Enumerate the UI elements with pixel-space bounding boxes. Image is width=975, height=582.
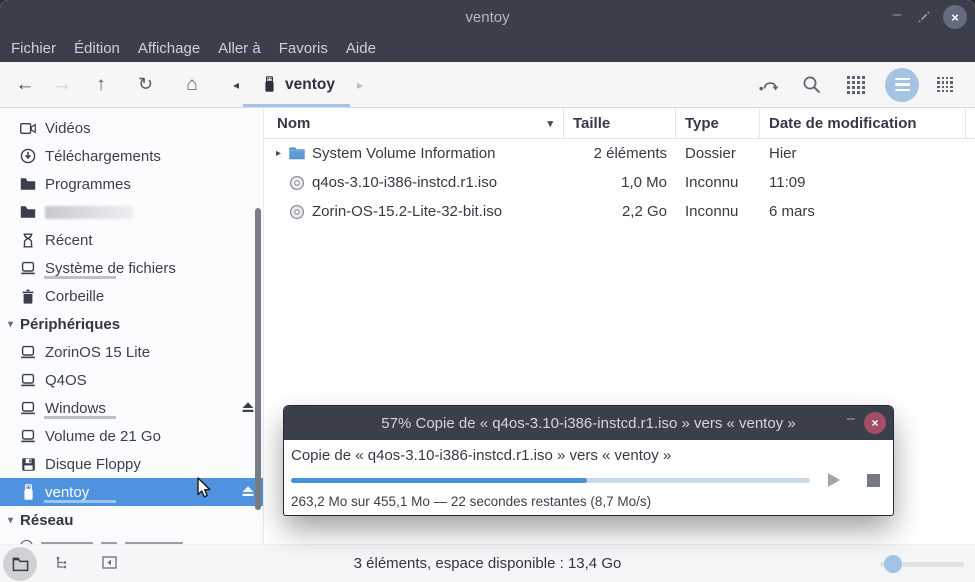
sidebar-item-volume-de-21-go[interactable]: Volume de 21 Go [0,422,263,450]
refresh-icon[interactable]: ↻ [122,74,169,95]
resume-icon[interactable] [828,473,840,487]
search-icon[interactable] [789,75,833,94]
sidebar-item-redacted[interactable] [0,198,263,226]
stop-icon[interactable] [867,474,880,487]
folder-blue-icon [289,146,305,162]
copy-progress-dialog: 57% Copie de « q4os-3.10-i386-instcd.r1.… [284,406,893,515]
column-header-type[interactable]: Type [676,108,760,138]
sidebar-item-telechargements[interactable]: Téléchargements [0,142,263,170]
download-icon [20,148,36,164]
harddisk-icon [20,400,36,416]
grid-view-icon[interactable] [833,76,879,94]
breadcrumb-label: ventoy [285,76,335,94]
eject-icon[interactable] [241,485,255,502]
dialog-titlebar[interactable]: 57% Copie de « q4os-3.10-i386-instcd.r1.… [284,406,893,440]
sidebar-item-programmes[interactable]: Programmes [0,170,263,198]
sidebar-item-recent[interactable]: Récent [0,226,263,254]
sidebar-item-ventoy[interactable]: ventoy [0,478,263,506]
copy-operation-label: Copie de « q4os-3.10-i386-instcd.r1.iso … [291,447,883,464]
sidebar-section-peripheriques[interactable]: ▾ Périphériques [0,310,263,338]
dialog-close-button[interactable]: × [864,412,886,434]
back-icon[interactable]: ← [6,74,44,96]
folder-icon [20,204,36,220]
compact-view-icon[interactable] [925,77,965,93]
disk-usage-bar [44,276,116,279]
expander-icon[interactable]: ▸ [276,148,289,159]
list-header: Nom ▾ Taille Type Date de modification [264,108,975,139]
up-icon[interactable]: ↑ [80,74,122,96]
hourglass-icon [20,232,36,248]
menu-affichage[interactable]: Affichage [130,34,208,62]
toolbar: ← → ↑ ↻ ⌂ ◂ ventoy ▸ [0,62,975,108]
dialog-title: 57% Copie de « q4os-3.10-i386-instcd.r1.… [381,415,795,432]
disc-icon [289,204,305,220]
table-row[interactable]: q4os-3.10-i386-instcd.r1.iso 1,0 Mo Inco… [264,168,975,197]
sidebar-section-reseau[interactable]: ▾ Réseau [0,506,263,534]
forward-icon[interactable]: → [44,74,80,96]
sidebar-item-q4os[interactable]: Q4OS [0,366,263,394]
titlebar[interactable]: ventoy – × [0,0,975,34]
table-row[interactable]: Zorin-OS-15.2-Lite-32-bit.iso 2,2 Go Inc… [264,197,975,226]
dialog-minimize-icon[interactable]: – [847,410,855,427]
sidebar-item-windows[interactable]: Windows [0,394,263,422]
breadcrumb-scroll-left-icon[interactable]: ◂ [223,78,249,92]
sort-descending-icon[interactable]: ▾ [547,117,553,130]
mouse-cursor [191,477,213,506]
sidebar-item-zorinos-15-lite[interactable]: ZorinOS 15 Lite [0,338,263,366]
table-row[interactable]: ▸ System Volume Information 2 éléments D… [264,139,975,168]
copy-progress-fill [291,478,587,483]
sidebar-item-systeme-de-fichiers[interactable]: Système de fichiers [0,254,263,282]
disk-usage-bar [44,500,116,503]
minimize-button-icon[interactable]: – [889,6,905,29]
zoom-slider-knob[interactable] [884,555,902,573]
sidebar-item-corbeille[interactable]: Corbeille [0,282,263,310]
sidebar-item-videos[interactable]: Vidéos [0,114,263,142]
harddisk-icon [20,260,36,276]
menu-edition[interactable]: Édition [66,34,128,62]
list-view-icon[interactable] [885,68,919,102]
harddisk-icon [20,372,36,388]
column-header-nom[interactable]: Nom ▾ [264,108,564,138]
folder-icon [20,176,36,192]
window-title: ventoy [465,9,509,26]
sidebar: Vidéos Téléchargements Programmes Récent [0,108,264,544]
maximize-button-icon[interactable] [916,9,932,25]
disc-icon [289,175,305,191]
close-button[interactable]: × [943,5,967,29]
breadcrumb-scroll-right-icon[interactable]: ▸ [347,78,373,92]
redacted-label [45,206,133,219]
status-text: 3 éléments, espace disponible : 13,4 Go [0,555,975,572]
file-manager-window: ventoy – × Fichier Édition Affichage All… [0,0,975,582]
section-collapse-icon[interactable]: ▾ [8,319,13,330]
breadcrumb[interactable]: ventoy [249,65,347,105]
floppy-icon [20,456,36,472]
copy-progress-bar [291,478,810,483]
copy-status-text: 263,2 Mo sur 455,1 Mo — 22 secondes rest… [291,494,883,509]
eject-icon[interactable] [241,401,255,418]
menubar: Fichier Édition Affichage Aller à Favori… [0,34,975,62]
menu-aller-a[interactable]: Aller à [210,34,269,62]
harddisk-icon [20,344,36,360]
menu-favoris[interactable]: Favoris [271,34,336,62]
section-collapse-icon[interactable]: ▾ [8,515,13,526]
usb-icon [20,484,36,500]
menu-aide[interactable]: Aide [338,34,384,62]
zoom-slider[interactable] [880,555,964,573]
toggle-location-entry-icon[interactable] [749,76,789,94]
disk-usage-bar [44,416,116,419]
home-icon[interactable]: ⌂ [169,74,215,96]
video-icon [20,120,36,136]
trash-icon [20,288,36,304]
sidebar-item-clipped[interactable] [0,534,263,544]
statusbar: 3 éléments, espace disponible : 13,4 Go [0,544,975,582]
column-header-taille[interactable]: Taille [564,108,676,138]
sidebar-scrollbar[interactable] [255,208,261,510]
harddisk-icon [20,428,36,444]
breadcrumb-active-underline [243,104,350,107]
usb-icon [261,77,277,93]
column-header-date[interactable]: Date de modification [760,108,966,138]
sidebar-item-disque-floppy[interactable]: Disque Floppy [0,450,263,478]
menu-fichier[interactable]: Fichier [3,34,64,62]
